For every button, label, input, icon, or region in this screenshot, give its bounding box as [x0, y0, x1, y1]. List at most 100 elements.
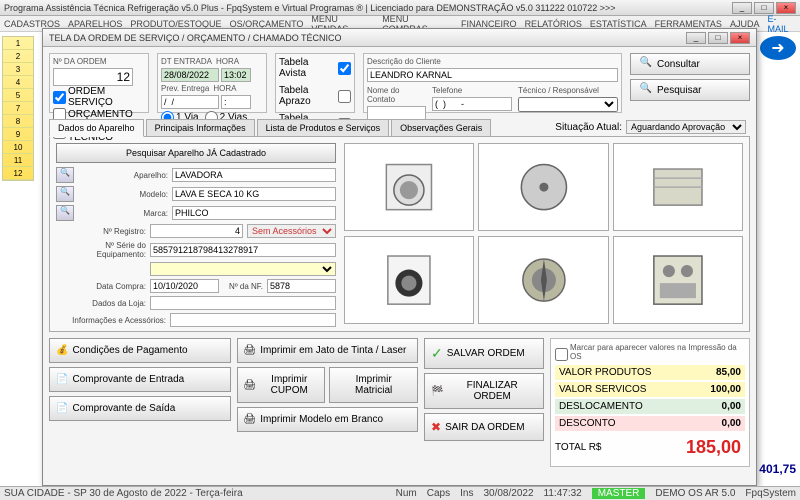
chk-avista[interactable] — [338, 62, 351, 75]
appliance-image[interactable] — [478, 143, 608, 231]
situacao-select[interactable]: Aguardando Aprovação — [626, 120, 746, 134]
imprimir-matricial-button[interactable]: Imprimir Matricial — [329, 367, 418, 403]
lookup-icon[interactable]: 🔍 — [56, 186, 74, 202]
situacao-field: Situação Atual: Aguardando Aprovação — [555, 120, 746, 134]
tecnico-select[interactable] — [518, 97, 618, 112]
hora-entrada[interactable] — [221, 68, 251, 82]
menu-email[interactable]: E-MAIL — [767, 14, 796, 34]
modelo-input[interactable] — [172, 187, 336, 201]
imprimir-branco-button[interactable]: 🖨Imprimir Modelo em Branco — [237, 407, 419, 432]
tab-observacoes[interactable]: Observações Gerais — [391, 119, 491, 136]
pesquisar-button[interactable]: 🔍Pesquisar — [630, 79, 750, 101]
appliance-image[interactable] — [344, 143, 474, 231]
condicoes-button[interactable]: 💰Condições de Pagamento — [49, 338, 231, 363]
total-value: 185,00 — [602, 433, 746, 462]
appliance-image[interactable] — [344, 236, 474, 324]
close-button[interactable]: × — [776, 2, 796, 14]
loja-input[interactable] — [150, 296, 336, 310]
salvar-button[interactable]: ✓SALVAR ORDEM — [424, 338, 544, 369]
window-controls: _ □ × — [732, 2, 796, 14]
cliente-nome[interactable] — [367, 68, 618, 82]
tab-dados-aparelho[interactable]: Dados do Aparelho — [49, 119, 144, 137]
compra-input[interactable] — [150, 279, 219, 293]
dt-entrada[interactable] — [161, 68, 219, 82]
nf-input[interactable] — [267, 279, 336, 293]
sair-button[interactable]: ✖SAIR DA ORDEM — [424, 413, 544, 441]
appliance-image[interactable] — [613, 143, 743, 231]
tab-principais[interactable]: Principais Informações — [146, 119, 255, 136]
maximize-button[interactable]: □ — [754, 2, 774, 14]
menu-aparelhos[interactable]: APARELHOS — [68, 19, 122, 29]
serie2-select[interactable] — [150, 262, 336, 276]
bg-row[interactable]: 7 — [3, 102, 33, 115]
chk-aprazo[interactable] — [338, 90, 351, 103]
bg-row[interactable]: 3 — [3, 63, 33, 76]
info-input[interactable] — [170, 313, 336, 327]
dt-prev[interactable] — [161, 95, 219, 109]
menu-cadastros[interactable]: CADASTROS — [4, 19, 60, 29]
modal-close[interactable]: × — [730, 32, 750, 44]
appliance-image[interactable] — [478, 236, 608, 324]
printer-icon: 🖨 — [244, 345, 257, 356]
bg-row[interactable]: 10 — [3, 141, 33, 154]
consultar-button[interactable]: 🔍Consultar — [630, 53, 750, 75]
hora-prev[interactable] — [221, 95, 251, 109]
bg-row[interactable]: 1 — [3, 37, 33, 50]
modal-minimize[interactable]: _ — [686, 32, 706, 44]
cliente-desc-label: Descrição do Cliente — [367, 57, 618, 66]
aparelho-input[interactable] — [172, 168, 336, 182]
comprovante-saida-button[interactable]: 📄Comprovante de Saída — [49, 396, 231, 421]
modal-maximize[interactable]: □ — [708, 32, 728, 44]
pesquisar-aparelho-button[interactable]: Pesquisar Aparelho JÁ Cadastrado — [56, 143, 336, 163]
ordem-label: Nº DA ORDEM — [53, 57, 145, 66]
flag-icon: 🏁 — [431, 386, 443, 397]
bg-row[interactable]: 9 — [3, 128, 33, 141]
marca-input[interactable] — [172, 206, 336, 220]
chk-mark-totals[interactable] — [555, 348, 568, 361]
printer-icon: 🖨 — [244, 380, 257, 391]
chk-os[interactable] — [53, 91, 66, 104]
lookup-icon[interactable]: 🔍 — [56, 205, 74, 221]
search-icon: 🔍 — [639, 57, 653, 71]
tab-produtos[interactable]: Lista de Produtos e Serviços — [257, 119, 390, 136]
minimize-button[interactable]: _ — [732, 2, 752, 14]
menu-estatistica[interactable]: ESTATÍSTICA — [590, 19, 647, 29]
telefone-input[interactable] — [432, 97, 512, 111]
registro-input[interactable] — [150, 224, 243, 238]
doc-icon: 📄 — [56, 403, 68, 414]
modal-titlebar: TELA DA ORDEM DE SERVIÇO / ORÇAMENTO / C… — [43, 29, 756, 47]
imprimir-laser-button[interactable]: 🖨Imprimir em Jato de Tinta / Laser — [237, 338, 419, 363]
money-icon: 💰 — [56, 345, 68, 356]
lookup-icon[interactable]: 🔍 — [56, 167, 74, 183]
bg-row[interactable]: 8 — [3, 115, 33, 128]
bg-row[interactable]: 5 — [3, 89, 33, 102]
bg-row[interactable]: 12 — [3, 167, 33, 180]
comprovante-entrada-button[interactable]: 📄Comprovante de Entrada — [49, 367, 231, 392]
serie-input[interactable] — [150, 243, 336, 257]
service-order-modal: TELA DA ORDEM DE SERVIÇO / ORÇAMENTO / C… — [42, 28, 757, 486]
bg-row[interactable]: 4 — [3, 76, 33, 89]
acessorios-select[interactable]: Sem Acessórios — [247, 224, 336, 238]
status-master: MASTER — [592, 488, 646, 499]
statusbar: SUA CIDADE - SP 30 de Agosto de 2022 - T… — [0, 486, 800, 500]
arrow-icon[interactable]: ➜ — [760, 36, 796, 60]
bg-row[interactable]: 11 — [3, 154, 33, 167]
ordem-input[interactable] — [53, 68, 133, 86]
bg-total: 401,75 — [759, 462, 796, 476]
check-icon: ✓ — [431, 345, 443, 362]
contato-input[interactable] — [367, 106, 426, 120]
menu-os[interactable]: OS/ORÇAMENTO — [230, 19, 304, 29]
menu-produto[interactable]: PRODUTO/ESTOQUE — [130, 19, 221, 29]
finalizar-button[interactable]: 🏁FINALIZAR ORDEM — [424, 373, 544, 409]
imprimir-cupom-button[interactable]: 🖨Imprimir CUPOM — [237, 367, 326, 403]
bg-row[interactable]: 2 — [3, 50, 33, 63]
menu-ferramentas[interactable]: FERRAMENTAS — [655, 19, 722, 29]
appliance-image[interactable] — [613, 236, 743, 324]
search-icon: 🔍 — [639, 83, 653, 97]
menu-financeiro[interactable]: FINANCEIRO — [461, 19, 517, 29]
menu-ajuda[interactable]: AJUDA — [730, 19, 760, 29]
image-grid — [344, 143, 743, 325]
status-location: SUA CIDADE - SP 30 de Agosto de 2022 - T… — [4, 488, 243, 499]
menu-relatorios[interactable]: RELATÓRIOS — [525, 19, 582, 29]
printer-icon: 🖨 — [244, 414, 257, 425]
